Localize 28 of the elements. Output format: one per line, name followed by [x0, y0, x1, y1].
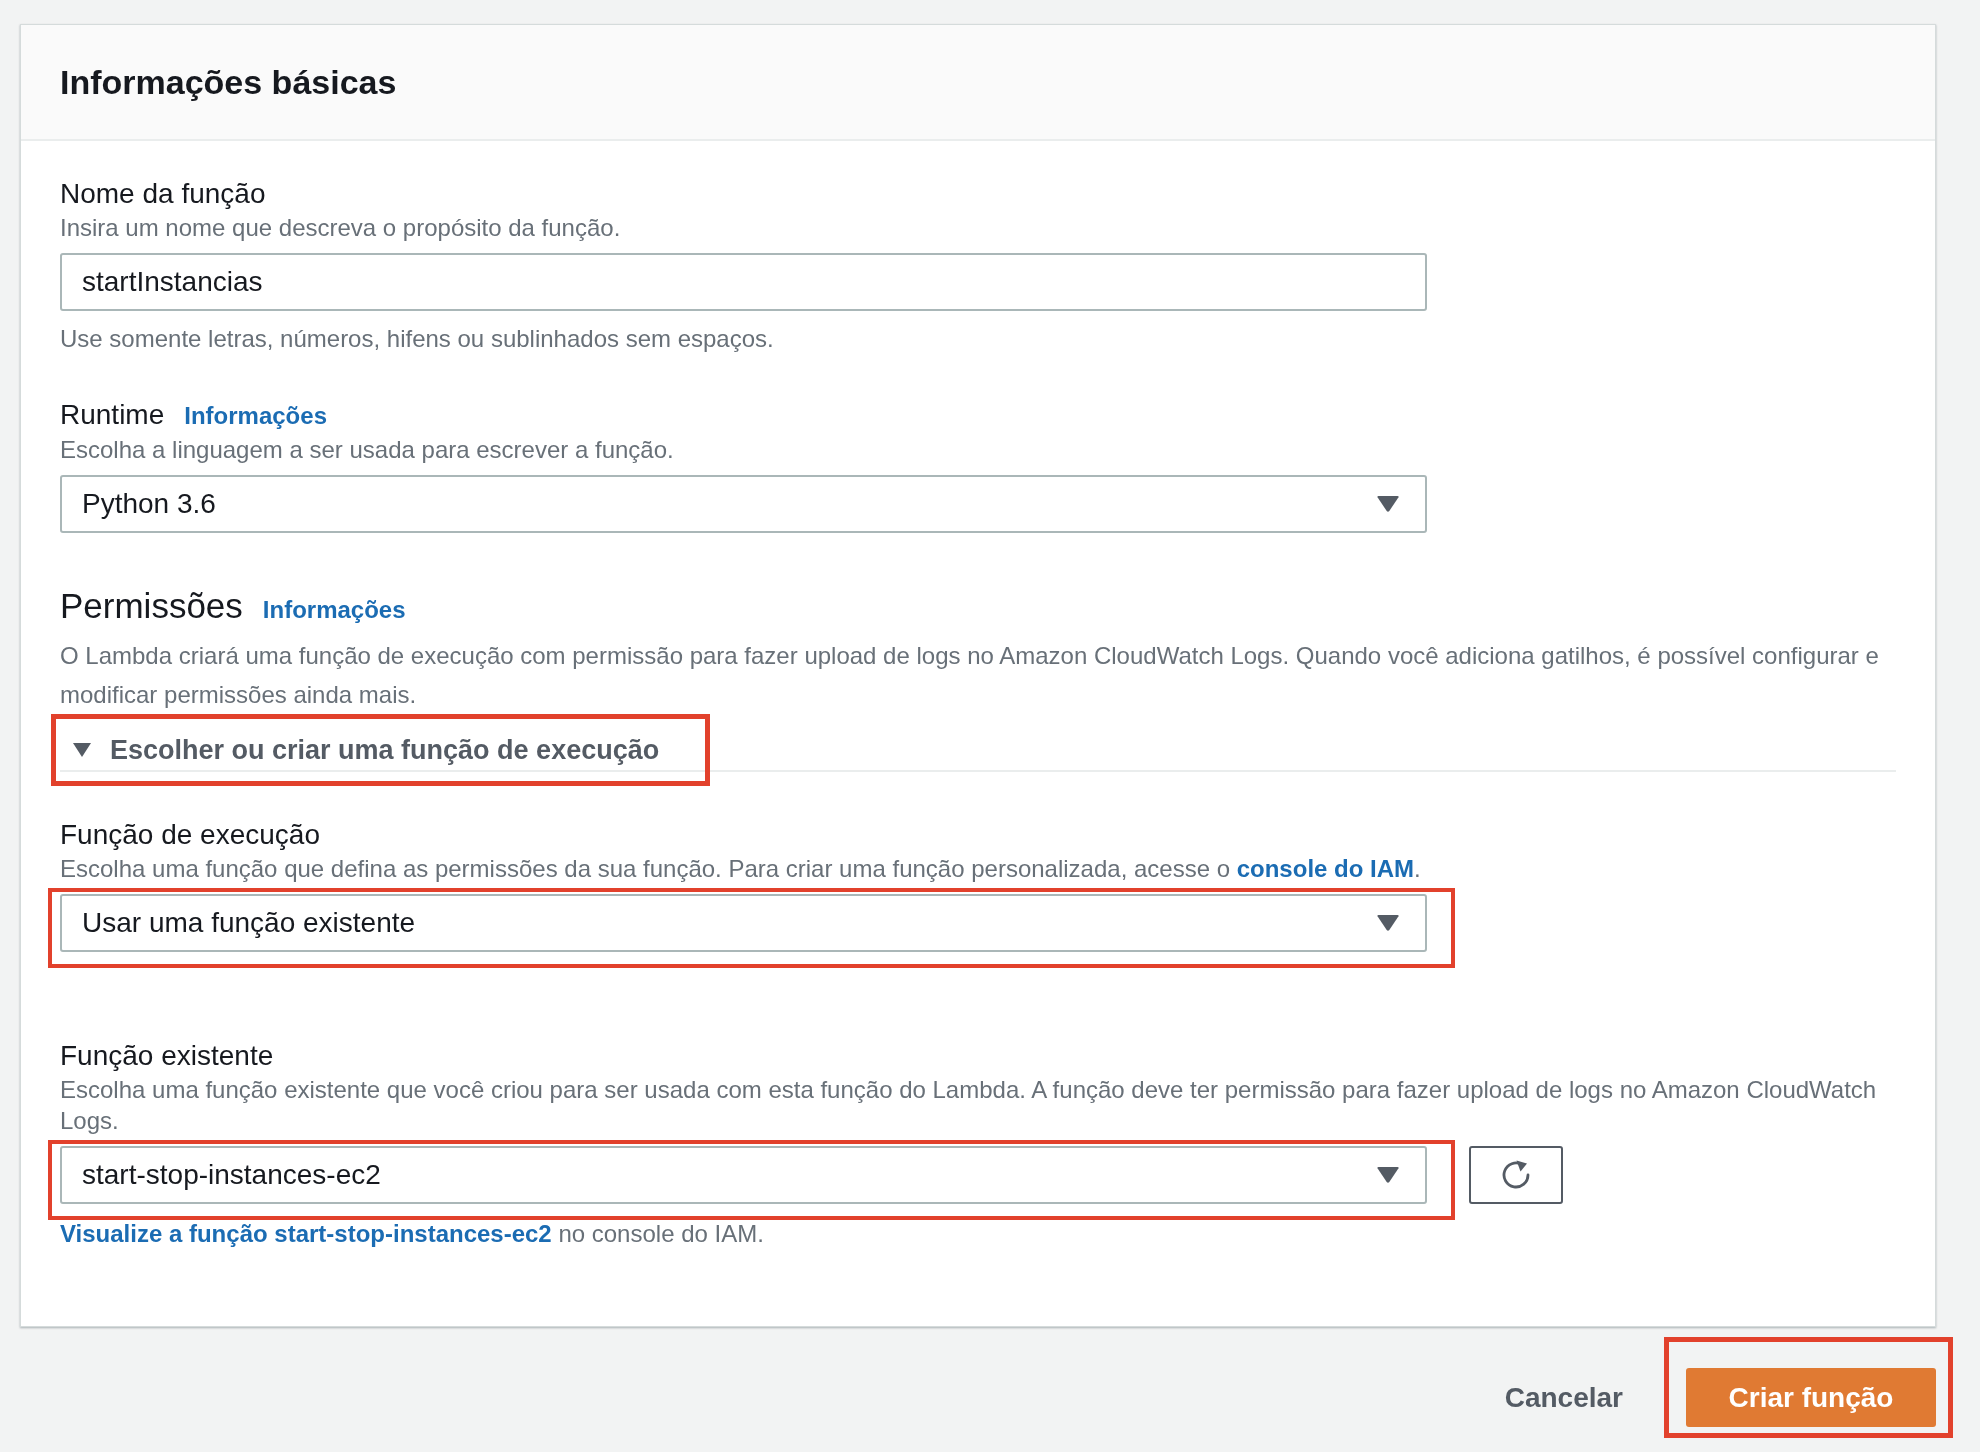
field-description: Insira um nome que descreva o propósito da função.: [60, 213, 622, 243]
text-input[interactable]: startInstancias: [60, 253, 1427, 311]
field-hint: Use somente letras, números, hifens ou sublinhados sem espaços.: [60, 324, 775, 354]
expander-toggle[interactable]: Escolher ou criar uma função de execução: [73, 729, 660, 771]
field-description: Escolha a linguagem a ser usada para escrever a função.: [60, 435, 675, 465]
text-link[interactable]: console do IAM: [1236, 855, 1415, 882]
dropdown[interactable]: Python 3.6: [60, 475, 1427, 533]
info-link[interactable]: Informações: [262, 592, 406, 628]
field-description: Escolha uma função que defina as permissões da sua função. Para criar uma função personalizada, acesse o console do IAM.: [60, 854, 1422, 884]
field-label: Função existente: [60, 1039, 274, 1073]
info-link[interactable]: Informações: [184, 398, 327, 434]
caret-down-icon: [1377, 496, 1399, 512]
dropdown[interactable]: Usar uma função existente: [60, 894, 1427, 952]
refresh-icon: [1500, 1159, 1532, 1191]
caret-down-icon: [1377, 1167, 1399, 1183]
cancel-button[interactable]: Cancelar: [1484, 1368, 1643, 1427]
caret-down-icon: [1377, 915, 1399, 931]
section-description: O Lambda criará uma função de execução com permissão para fazer upload de logs no Amazon CloudWatch Logs. Quando você adiciona gatilhos, é possível configurar e modificar permissões ainda mais.: [60, 641, 1880, 710]
help-text: Visualize a função start-stop-instances-ec2 no console do IAM.: [60, 1220, 765, 1248]
refresh-button[interactable]: [1469, 1146, 1563, 1204]
dropdown[interactable]: start-stop-instances-ec2: [60, 1146, 1427, 1204]
panel-title: Informações básicas: [60, 62, 397, 103]
section-heading: Permissões: [60, 585, 243, 627]
field-description: Escolha uma função existente que você criou para ser usada com esta função do Lambda. A função deve ter permissão para fazer upload de logs no Amazon CloudWatch Logs.: [60, 1075, 1878, 1136]
field-label: Nome da função: [60, 177, 266, 211]
text-link[interactable]: Visualize a função start-stop-instances-ec2: [60, 1220, 552, 1247]
field-label: Função de execução: [60, 818, 320, 852]
field-label: Runtime: [60, 398, 165, 432]
